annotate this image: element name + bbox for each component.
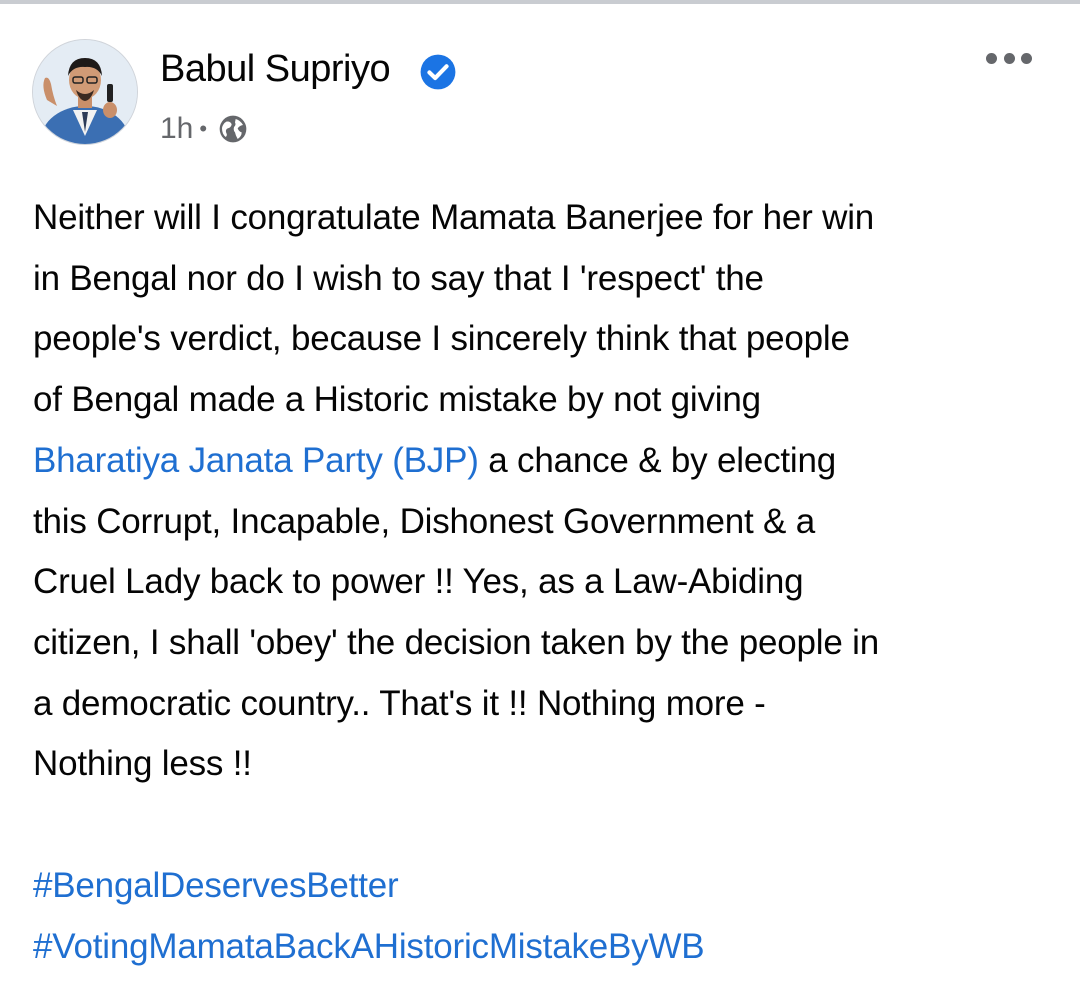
author-avatar[interactable] [33,40,137,144]
hashtag-link[interactable]: #VotingMamataBackAHistoricMistakeByWB [33,917,705,978]
post-timestamp[interactable]: 1h [160,112,193,146]
post-text-line: people's verdict, because I sincerely th… [33,319,850,359]
post-meta: 1h • [160,109,249,149]
post-text-line: Cruel Lady back to power !! Yes, as a La… [33,562,804,602]
globe-icon[interactable] [217,113,249,145]
post-text-fragment: a chance & by electing [478,440,837,480]
author-name[interactable]: Babul Supriyo [160,48,391,91]
facebook-post: Babul Supriyo 1h • Neither will I congra… [0,4,1080,989]
meta-separator: • [199,116,208,141]
post-text-line: Bharatiya Janata Party (BJP) a chance & … [33,431,1053,492]
post-text-line: this Corrupt, Incapable, Dishonest Gover… [33,501,815,541]
post-text-line: a democratic country.. That's it !! Noth… [33,683,766,723]
post-text-line: citizen, I shall 'obey' the decision tak… [33,622,879,662]
hashtag-list: #BengalDeservesBetter #VotingMamataBackA… [33,856,705,978]
post-text-line: in Bengal nor do I wish to say that I 'r… [33,258,764,298]
mention-bjp-link[interactable]: Bharatiya Janata Party (BJP) [33,441,479,480]
post-text-line: Nothing less !! [33,744,252,784]
profile-photo [33,40,137,144]
more-dot [1021,52,1032,64]
post-text: Neither will I congratulate Mamata Baner… [33,188,1053,795]
post-text-line: of Bengal made a Historic mistake by not… [33,380,761,420]
more-dot [1003,52,1015,64]
more-options-icon[interactable] [986,46,1032,70]
more-dot [986,52,997,64]
verified-badge-icon [420,54,456,90]
hashtag-link[interactable]: #BengalDeservesBetter [33,856,704,917]
post-text-line: Neither will I congratulate Mamata Baner… [33,198,875,237]
